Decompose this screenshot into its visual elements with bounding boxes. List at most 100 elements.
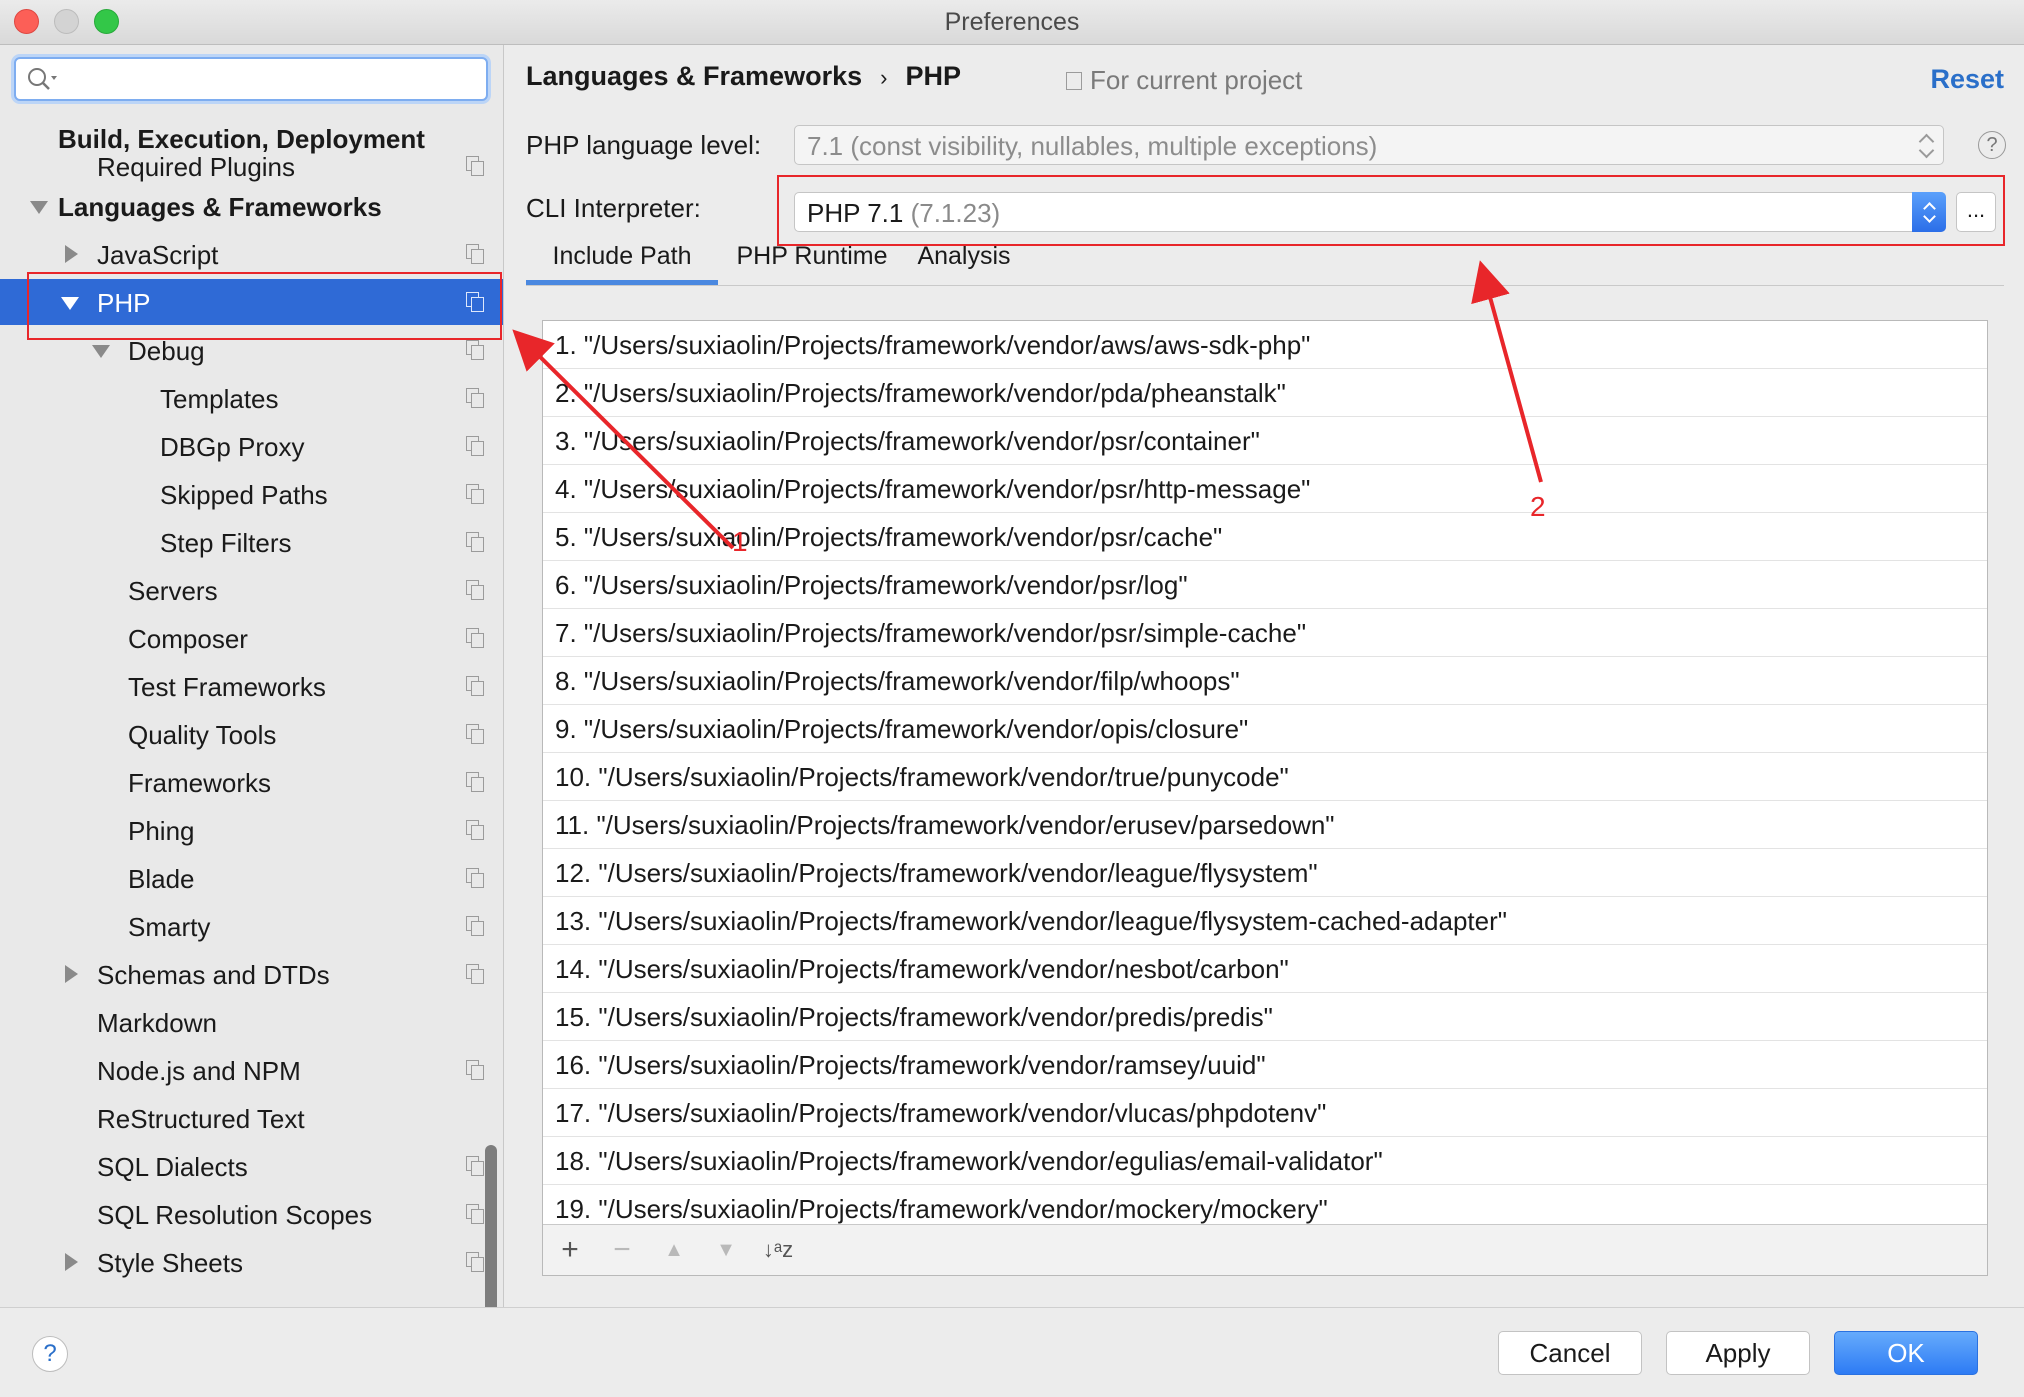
move-down-button[interactable]: ▼	[709, 1233, 743, 1267]
include-path-row[interactable]: 8. "/Users/suxiaolin/Projects/framework/…	[543, 657, 1987, 705]
sidebar-item-label: Templates	[160, 384, 279, 414]
cli-interpreter-label: CLI Interpreter:	[526, 193, 701, 223]
window-title: Preferences	[944, 8, 1080, 36]
include-path-row[interactable]: 2. "/Users/suxiaolin/Projects/framework/…	[543, 369, 1987, 417]
sidebar-item-sql-dialects[interactable]: SQL Dialects	[0, 1143, 503, 1189]
include-path-text: 7. "/Users/suxiaolin/Projects/framework/…	[555, 618, 1307, 648]
sidebar-item-label: PHP	[97, 288, 151, 318]
sidebar-item-composer[interactable]: Composer	[0, 615, 503, 661]
sidebar-item-debug[interactable]: Debug	[0, 327, 503, 373]
chevron-down-icon[interactable]	[30, 201, 48, 214]
sidebar-scrollbar-thumb[interactable]	[485, 1145, 497, 1307]
project-scope-icon	[466, 1252, 484, 1272]
include-path-text: 9. "/Users/suxiaolin/Projects/framework/…	[555, 714, 1249, 744]
include-path-row[interactable]: 18. "/Users/suxiaolin/Projects/framework…	[543, 1137, 1987, 1185]
tab-php-runtime[interactable]: PHP Runtime	[726, 239, 898, 285]
include-path-list: 1. "/Users/suxiaolin/Projects/framework/…	[542, 320, 1988, 1276]
php-settings-panel: Languages & Frameworks › PHP For current p…	[504, 45, 2024, 1307]
include-path-row[interactable]: 17. "/Users/suxiaolin/Projects/framework…	[543, 1089, 1987, 1137]
breadcrumb-parent[interactable]: Languages & Frameworks	[526, 61, 862, 91]
sidebar-item-schemas-and-dtds[interactable]: Schemas and DTDs	[0, 951, 503, 997]
sidebar-item-languages-frameworks[interactable]: Languages & Frameworks	[0, 183, 503, 229]
include-path-text: 6. "/Users/suxiaolin/Projects/framework/…	[555, 570, 1188, 600]
include-path-row[interactable]: 14. "/Users/suxiaolin/Projects/framework…	[543, 945, 1987, 993]
sidebar-item-blade[interactable]: Blade	[0, 855, 503, 901]
cancel-button[interactable]: Cancel	[1498, 1331, 1642, 1375]
chevron-down-icon[interactable]	[61, 297, 79, 310]
settings-search-box[interactable]	[14, 57, 488, 101]
sidebar-item-smarty[interactable]: Smarty	[0, 903, 503, 949]
sidebar-item-label: Test Frameworks	[128, 672, 326, 702]
sidebar-item-style-sheets[interactable]: Style Sheets	[0, 1239, 503, 1285]
include-path-text: 8. "/Users/suxiaolin/Projects/framework/…	[555, 666, 1240, 696]
sort-icon[interactable]: ↓ᵃz	[761, 1233, 795, 1267]
include-path-row[interactable]: 1. "/Users/suxiaolin/Projects/framework/…	[543, 321, 1987, 369]
sidebar-item-sql-resolution-scopes[interactable]: SQL Resolution Scopes	[0, 1191, 503, 1237]
include-path-text: 12. "/Users/suxiaolin/Projects/framework…	[555, 858, 1318, 888]
sidebar-item-label: Languages & Frameworks	[58, 192, 382, 222]
sidebar-item-label: Blade	[128, 864, 195, 894]
reset-link[interactable]: Reset	[1930, 64, 2004, 95]
sidebar-item-javascript[interactable]: JavaScript	[0, 231, 503, 277]
language-level-combo[interactable]: 7.1 (const visibility, nullables, multip…	[794, 125, 1944, 165]
tab-include-path[interactable]: Include Path	[526, 239, 718, 285]
include-path-row[interactable]: 6. "/Users/suxiaolin/Projects/framework/…	[543, 561, 1987, 609]
help-icon[interactable]: ?	[32, 1336, 68, 1372]
scope-indicator: For current project	[1066, 65, 1302, 96]
move-up-button[interactable]: ▲	[657, 1233, 691, 1267]
sidebar-item-label: ReStructured Text	[97, 1104, 305, 1134]
apply-button[interactable]: Apply	[1666, 1331, 1810, 1375]
chevron-up-down-icon[interactable]	[1912, 192, 1946, 232]
include-path-row[interactable]: 15. "/Users/suxiaolin/Projects/framework…	[543, 993, 1987, 1041]
sidebar-item-label: DBGp Proxy	[160, 432, 305, 462]
sidebar-item-skipped-paths[interactable]: Skipped Paths	[0, 471, 503, 517]
include-path-row[interactable]: 5. "/Users/suxiaolin/Projects/framework/…	[543, 513, 1987, 561]
sidebar-item-label: Node.js and NPM	[97, 1056, 301, 1086]
include-path-text: 17. "/Users/suxiaolin/Projects/framework…	[555, 1098, 1327, 1128]
configure-interpreters-button[interactable]: ...	[1956, 192, 1996, 232]
sidebar-item-frameworks[interactable]: Frameworks	[0, 759, 503, 805]
settings-search-input[interactable]	[68, 65, 472, 95]
sidebar-item-php[interactable]: PHP	[0, 279, 503, 325]
ok-button[interactable]: OK	[1834, 1331, 1978, 1375]
chevron-down-icon[interactable]	[92, 345, 110, 358]
project-scope-icon	[466, 292, 484, 312]
sidebar-item-quality-tools[interactable]: Quality Tools	[0, 711, 503, 757]
include-path-row[interactable]: 13. "/Users/suxiaolin/Projects/framework…	[543, 897, 1987, 945]
chevron-right-icon[interactable]	[65, 965, 78, 983]
include-path-row[interactable]: 9. "/Users/suxiaolin/Projects/framework/…	[543, 705, 1987, 753]
settings-tree-sidebar: Build, Execution, Deployment Required Plu…	[0, 45, 504, 1307]
breadcrumb-separator: ›	[880, 65, 888, 90]
include-path-text: 3. "/Users/suxiaolin/Projects/framework/…	[555, 426, 1260, 456]
project-scope-icon	[466, 484, 484, 504]
sidebar-item-dbgp-proxy[interactable]: DBGp Proxy	[0, 423, 503, 469]
chevron-right-icon[interactable]	[65, 245, 78, 263]
tab-analysis[interactable]: Analysis	[904, 239, 1024, 285]
sidebar-item-label: Skipped Paths	[160, 480, 328, 510]
chevron-right-icon[interactable]	[65, 1253, 78, 1271]
list-toolbar: + − ▲ ▼ ↓ᵃz	[543, 1224, 1987, 1275]
help-icon[interactable]: ?	[1978, 131, 2006, 159]
sidebar-item-templates[interactable]: Templates	[0, 375, 503, 421]
sidebar-item-markdown[interactable]: Markdown	[0, 999, 503, 1045]
sidebar-item-test-frameworks[interactable]: Test Frameworks	[0, 663, 503, 709]
include-path-row[interactable]: 3. "/Users/suxiaolin/Projects/framework/…	[543, 417, 1987, 465]
sidebar-item-label: Required Plugins	[97, 152, 296, 182]
include-path-row[interactable]: 10. "/Users/suxiaolin/Projects/framework…	[543, 753, 1987, 801]
include-path-row[interactable]: 11. "/Users/suxiaolin/Projects/framework…	[543, 801, 1987, 849]
include-path-text: 1. "/Users/suxiaolin/Projects/framework/…	[555, 330, 1311, 360]
sidebar-item-restructured-text[interactable]: ReStructured Text	[0, 1095, 503, 1141]
include-path-row[interactable]: 12. "/Users/suxiaolin/Projects/framework…	[543, 849, 1987, 897]
sidebar-item-servers[interactable]: Servers	[0, 567, 503, 613]
include-path-row[interactable]: 7. "/Users/suxiaolin/Projects/framework/…	[543, 609, 1987, 657]
sidebar-item-node-js-and-npm[interactable]: Node.js and NPM	[0, 1047, 503, 1093]
include-path-row[interactable]: 4. "/Users/suxiaolin/Projects/framework/…	[543, 465, 1987, 513]
sidebar-item-phing[interactable]: Phing	[0, 807, 503, 853]
sidebar-item-step-filters[interactable]: Step Filters	[0, 519, 503, 565]
add-path-button[interactable]: +	[553, 1233, 587, 1267]
remove-path-button[interactable]: −	[605, 1233, 639, 1267]
cli-interpreter-combo[interactable]: PHP 7.1 (7.1.23)	[794, 192, 1946, 232]
include-path-row[interactable]: 16. "/Users/suxiaolin/Projects/framework…	[543, 1041, 1987, 1089]
project-scope-icon	[466, 244, 484, 264]
include-path-text: 5. "/Users/suxiaolin/Projects/framework/…	[555, 522, 1223, 552]
